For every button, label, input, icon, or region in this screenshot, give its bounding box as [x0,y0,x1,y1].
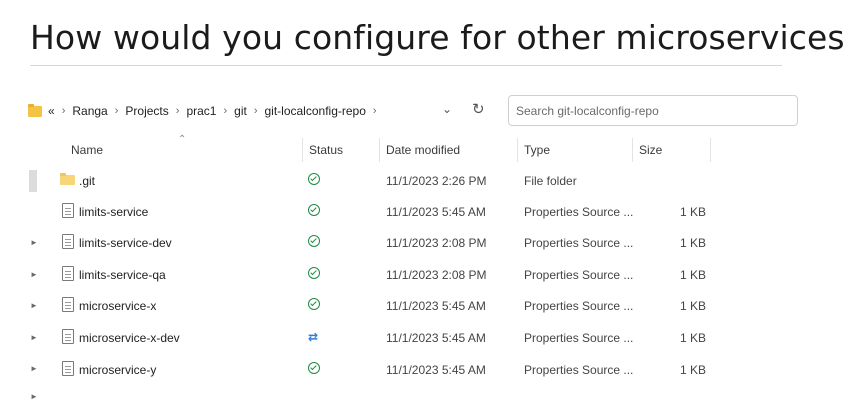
status-synced-icon [308,267,320,282]
document-icon [62,361,74,376]
status-syncing-icon: ⇄ [308,330,319,344]
breadcrumb-git-localconfig-repo[interactable]: git-localconfig-repo [265,104,366,118]
status-synced-icon [308,362,320,377]
folder-icon [60,173,75,185]
file-row[interactable]: microservice-y 11/1/2023 5:45 AM Propert… [0,355,843,386]
file-date: 11/1/2023 5:45 AM [386,299,486,313]
document-icon [62,266,74,281]
file-size: 1 KB [680,268,707,282]
file-date: 11/1/2023 5:45 AM [386,205,486,219]
file-name: .git [79,174,96,188]
column-header-row: ⌃ Name Status Date modified Type Size [0,134,843,162]
breadcrumb-overflow[interactable]: « [48,104,55,118]
file-type: Properties Source ... [524,331,634,345]
file-type: Properties Source ... [524,205,634,219]
file-date: 11/1/2023 2:08 PM [386,236,487,250]
breadcrumb-prac1[interactable]: prac1 [186,104,216,118]
file-row[interactable]: .git 11/1/2023 2:26 PM File folder [0,166,843,197]
file-date: 11/1/2023 5:45 AM [386,331,486,345]
file-row[interactable]: limits-service 11/1/2023 5:45 AM Propert… [0,197,843,228]
column-divider[interactable] [517,138,518,162]
status-synced-icon [308,298,320,313]
file-name: limits-service-dev [79,236,172,250]
column-size[interactable]: Size [639,143,662,157]
chevron-down-icon[interactable]: ⌄ [442,102,452,116]
address-bar[interactable]: « › Ranga › Projects › prac1 › git › git… [28,96,498,126]
column-divider[interactable] [302,138,303,162]
column-divider[interactable] [632,138,633,162]
file-size: 1 KB [680,363,707,377]
file-size: 1 KB [680,236,707,250]
chevron-right-icon: › [61,105,66,117]
breadcrumb-git[interactable]: git [234,104,247,118]
file-name: microservice-x-dev [79,331,180,345]
sort-caret-icon: ⌃ [178,134,187,145]
file-row[interactable]: limits-service-qa 11/1/2023 2:08 PM Prop… [0,260,843,291]
heading-divider [30,65,782,66]
document-icon [62,297,74,312]
file-size: 1 KB [680,331,707,345]
chevron-right-icon: › [253,105,258,117]
file-name: microservice-y [79,363,157,377]
file-type: Properties Source ... [524,236,634,250]
chevron-right-icon: › [175,105,180,117]
document-icon [62,203,74,218]
file-row[interactable]: limits-service-dev 11/1/2023 2:08 PM Pro… [0,228,843,259]
search-input[interactable]: Search git-localconfig-repo [508,95,798,126]
document-icon [62,234,74,249]
chevron-right-icon: › [114,105,119,117]
column-divider[interactable] [710,138,711,162]
refresh-icon[interactable]: ↻ [472,100,485,118]
column-name[interactable]: Name [71,143,103,157]
pin-icon[interactable]: ► [30,392,38,401]
file-name: microservice-x [79,299,157,313]
column-status[interactable]: Status [309,143,343,157]
file-name: limits-service-qa [79,268,166,282]
status-synced-icon [308,235,320,250]
breadcrumb-ranga[interactable]: Ranga [72,104,107,118]
chevron-right-icon: › [223,105,228,117]
column-type[interactable]: Type [524,143,550,157]
document-icon [62,329,74,344]
status-synced-icon [308,204,320,219]
column-date-modified[interactable]: Date modified [386,143,460,157]
column-divider[interactable] [379,138,380,162]
file-row[interactable]: microservice-x-dev ⇄ 11/1/2023 5:45 AM P… [0,323,843,354]
file-type: Properties Source ... [524,299,634,313]
file-date: 11/1/2023 5:45 AM [386,363,486,377]
page-heading: How would you configure for other micros… [30,18,843,57]
file-date: 11/1/2023 2:26 PM [386,174,487,188]
folder-icon [28,103,42,117]
file-size: 1 KB [680,299,707,313]
file-size: 1 KB [680,205,707,219]
status-synced-icon [308,173,320,188]
breadcrumb-projects[interactable]: Projects [125,104,168,118]
file-type: Properties Source ... [524,363,634,377]
file-type: File folder [524,174,577,188]
file-row[interactable]: microservice-x 11/1/2023 5:45 AM Propert… [0,291,843,322]
chevron-right-icon[interactable]: › [373,105,377,117]
file-date: 11/1/2023 2:08 PM [386,268,487,282]
file-type: Properties Source ... [524,268,634,282]
file-name: limits-service [79,205,149,219]
